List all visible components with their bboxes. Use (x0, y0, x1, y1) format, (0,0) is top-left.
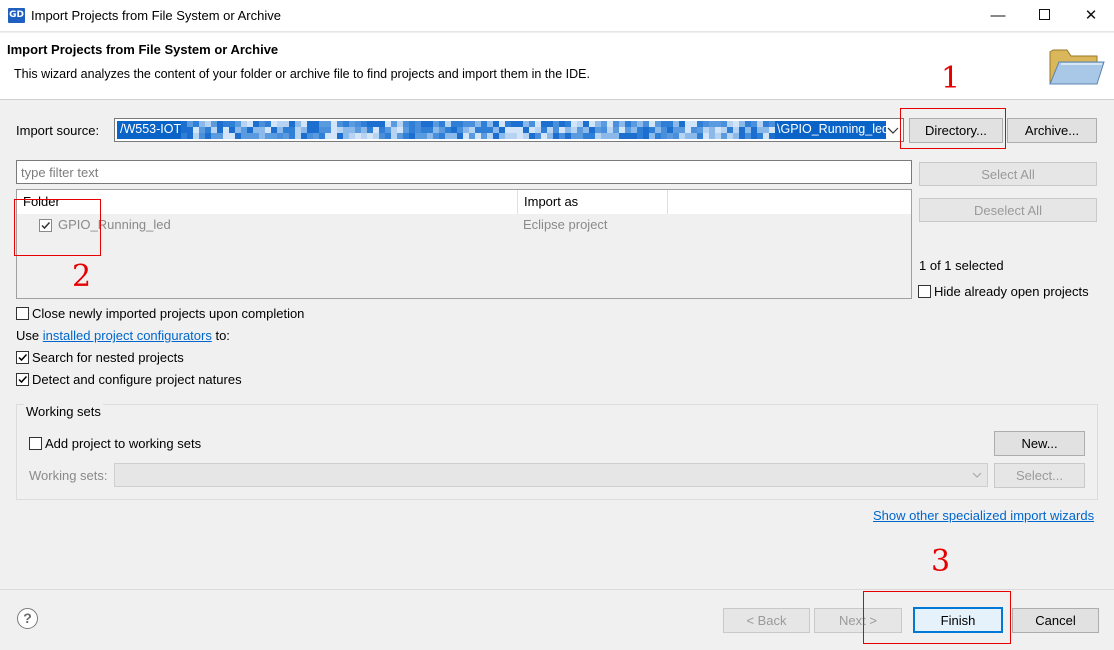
checkmark-icon (18, 375, 28, 384)
close-imported-label[interactable]: Close newly imported projects upon compl… (32, 306, 304, 321)
folder-icon (1049, 49, 1105, 85)
detect-natures-checkbox[interactable] (16, 373, 29, 386)
select-working-sets-button[interactable]: Select... (994, 463, 1085, 488)
use-suffix: to: (215, 328, 230, 343)
chevron-down-icon[interactable] (971, 468, 983, 482)
import-source-selection: /W553-IOT \GPIO_Running_led (117, 121, 889, 139)
select-all-button[interactable]: Select All (919, 162, 1097, 186)
deselect-all-button[interactable]: Deselect All (919, 198, 1097, 222)
import-source-label: Import source: (16, 123, 100, 138)
minimize-button[interactable]: — (975, 0, 1021, 32)
cancel-button[interactable]: Cancel (1012, 608, 1099, 633)
table-header: Folder Import as (17, 190, 911, 214)
app-icon: GD (8, 8, 25, 23)
add-to-working-sets-checkbox[interactable] (29, 437, 42, 450)
project-import-type: Eclipse project (523, 217, 608, 232)
selection-status: 1 of 1 selected (919, 258, 1004, 273)
window-title-bar: GD Import Projects from File System or A… (0, 0, 1114, 32)
installed-configurators-link[interactable]: installed project configurators (43, 328, 212, 343)
annotation-number-2: 2 (72, 259, 92, 294)
import-source-path-start: /W553-IOT (120, 122, 182, 136)
new-working-set-button[interactable]: New... (994, 431, 1085, 456)
import-source-path-end: \GPIO_Running_led (777, 122, 889, 136)
annotation-number-1: 1 (941, 61, 961, 96)
column-header-import-as[interactable]: Import as (518, 190, 668, 214)
page-title: Import Projects from File System or Arch… (7, 42, 279, 57)
hide-open-projects-checkbox[interactable] (918, 285, 931, 298)
chevron-down-icon[interactable] (886, 122, 900, 138)
show-other-wizards-link[interactable]: Show other specialized import wizards (873, 508, 1094, 523)
help-icon[interactable]: ? (17, 608, 38, 629)
detect-natures-label[interactable]: Detect and configure project natures (32, 372, 242, 387)
footer-separator (0, 589, 1114, 590)
archive-button[interactable]: Archive... (1007, 118, 1097, 143)
maximize-icon (1038, 9, 1050, 21)
page-description: This wizard analyzes the content of your… (14, 67, 590, 81)
annotation-box-finish (863, 591, 1011, 644)
working-sets-title: Working sets (24, 404, 103, 419)
working-sets-combo[interactable] (114, 463, 988, 487)
use-prefix: Use (16, 328, 40, 343)
close-imported-checkbox[interactable] (16, 307, 29, 320)
hide-open-projects-label[interactable]: Hide already open projects (934, 284, 1089, 299)
maximize-button[interactable] (1021, 0, 1067, 32)
add-to-working-sets-label[interactable]: Add project to working sets (45, 436, 201, 451)
search-nested-label[interactable]: Search for nested projects (32, 350, 184, 365)
annotation-box-directory (900, 108, 1006, 149)
annotation-box-project (14, 199, 101, 256)
window-title: Import Projects from File System or Arch… (31, 8, 281, 23)
table-row[interactable]: GPIO_Running_led Eclipse project (17, 214, 911, 236)
checkmark-icon (18, 353, 28, 362)
redacted-path (181, 121, 775, 139)
annotation-number-3: 3 (931, 544, 951, 579)
configurators-line: Use installed project configurators to: (16, 328, 230, 343)
close-button[interactable]: ✕ (1068, 0, 1114, 32)
back-button[interactable]: < Back (723, 608, 810, 633)
filter-input[interactable] (16, 160, 912, 184)
working-sets-label: Working sets: (29, 468, 108, 483)
search-nested-checkbox[interactable] (16, 351, 29, 364)
projects-table: Folder Import as GPIO_Running_led Eclips… (16, 189, 912, 299)
import-source-combo[interactable]: /W553-IOT \GPIO_Running_led (114, 118, 904, 142)
